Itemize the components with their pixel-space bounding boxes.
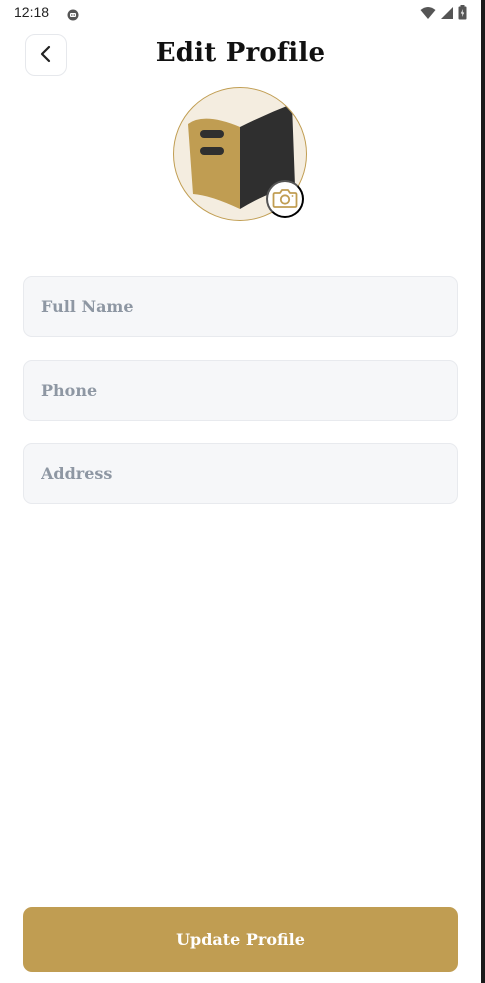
full-name-input[interactable] [23,276,458,337]
status-bar: 12:18 [0,0,481,26]
signal-icon [440,5,454,24]
update-profile-button[interactable]: Update Profile [23,907,458,972]
status-icons [420,5,467,24]
page-title: Edit Profile [155,38,326,68]
app-notification-icon [67,6,79,21]
status-time: 12:18 [14,4,50,20]
camera-icon [272,187,298,212]
address-input[interactable] [23,443,458,504]
battery-icon [458,5,467,24]
phone-input[interactable] [23,360,458,421]
change-photo-button[interactable] [266,180,304,218]
screen-edge [481,0,485,983]
wifi-icon [420,5,436,24]
